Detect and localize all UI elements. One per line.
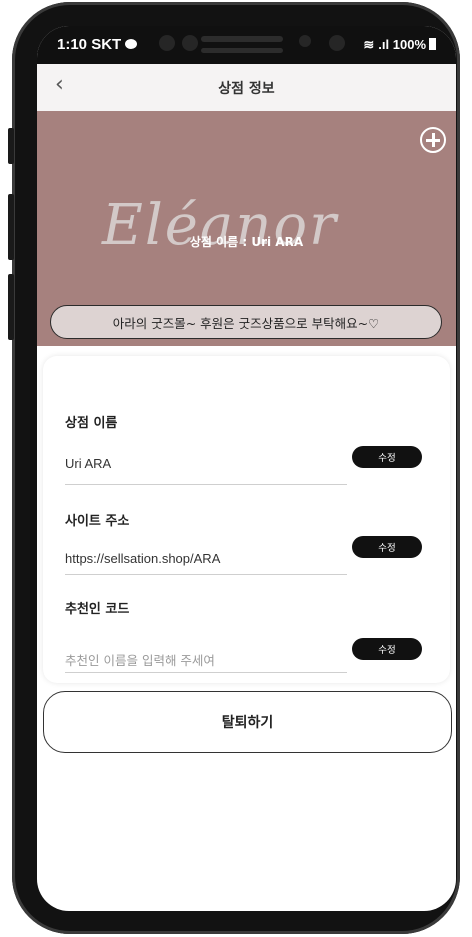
speaker-grille xyxy=(201,36,283,42)
side-button xyxy=(8,194,14,260)
camera-dot xyxy=(159,35,175,51)
edit-referral-code-button[interactable]: 수정 xyxy=(352,638,422,660)
banner-store-name: 상점 이름 : Uri ARA xyxy=(189,235,304,249)
edit-store-name-button[interactable]: 수정 xyxy=(352,446,422,468)
sensor-dot xyxy=(299,35,311,47)
withdraw-button[interactable]: 탈퇴하기 xyxy=(43,691,452,753)
battery-icon xyxy=(429,38,436,50)
store-intro[interactable]: 아라의 굿즈몰~ 후원은 굿즈상품으로 부탁해요~♡ xyxy=(50,305,442,339)
app-header: ‹ 상점 정보 xyxy=(37,64,456,111)
status-time: 1:10 SKT xyxy=(57,36,138,53)
store-banner: Eléanor 상점 이름 : Uri ARA 아라의 굿즈몰~ 후원은 굿즈상… xyxy=(37,111,456,346)
edit-site-address-button[interactable]: 수정 xyxy=(352,536,422,558)
field-label-referral-code: 추천인 코드 xyxy=(65,602,130,617)
add-icon[interactable] xyxy=(420,127,446,153)
side-button xyxy=(8,274,14,340)
camera-dot xyxy=(182,35,198,51)
status-bar: 1:10 SKT ≋ .ıl 100% xyxy=(37,26,456,64)
signal-icon: .ıl xyxy=(378,37,390,52)
field-label-site-address: 사이트 주소 xyxy=(65,514,130,529)
sensor-dot xyxy=(329,35,345,51)
divider xyxy=(65,574,347,575)
wifi-icon: ≋ xyxy=(363,37,375,52)
status-indicators: ≋ .ıl 100% xyxy=(363,37,436,53)
divider xyxy=(65,484,347,485)
page-title: 상점 정보 xyxy=(218,81,275,97)
side-button xyxy=(8,128,14,164)
phone-screen: 1:10 SKT ≋ .ıl 100% ‹ 상점 정보 Eléanor 상점 이름… xyxy=(37,26,456,911)
divider xyxy=(65,672,347,673)
field-label-store-name: 상점 이름 xyxy=(65,416,118,431)
speaker-grille xyxy=(201,48,283,53)
site-address-field[interactable]: https://sellsation.shop/ARA xyxy=(65,551,220,566)
store-name-field[interactable]: Uri ARA xyxy=(65,456,111,471)
battery-percent: 100% xyxy=(392,37,426,52)
referral-code-field[interactable]: 추천인 이름을 입력해 주세여 xyxy=(65,650,215,669)
message-icon xyxy=(125,39,138,49)
store-info-card: 상점 이름 Uri ARA 수정 사이트 주소 https://sellsati… xyxy=(43,356,450,683)
